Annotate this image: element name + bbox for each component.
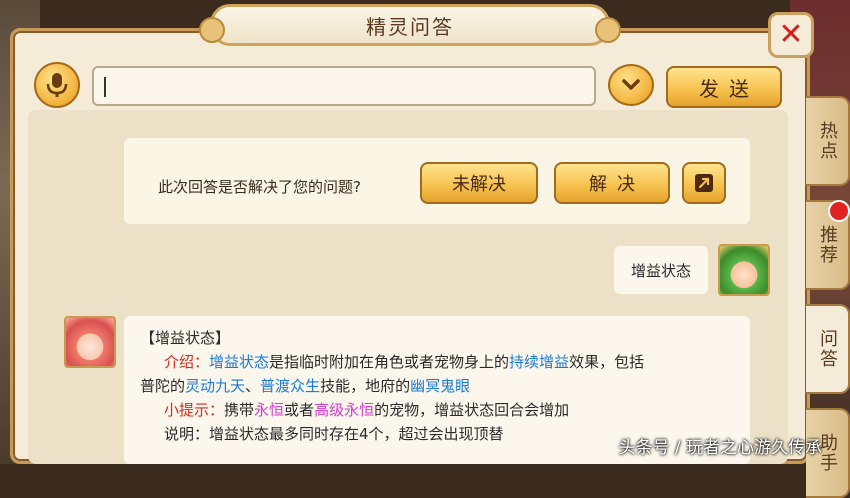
tab-hot[interactable]: 热点 (806, 96, 850, 186)
answer-skills-line: 普陀的灵动九天、普渡众生技能，地府的幽冥鬼眼 (140, 374, 734, 398)
answer-title: 【增益状态】 (140, 329, 231, 347)
intro-text: 是指临时附加在角色或者宠物身上的 (269, 353, 510, 371)
text-caret (104, 77, 106, 97)
tip-label: 小提示： (164, 401, 225, 419)
tip-text: 携带 (224, 401, 255, 419)
answer-intro-line: 介绍：增益状态是指临时附加在角色或者宠物身上的持续增益效果，包括 (140, 350, 734, 374)
microphone-icon (46, 73, 68, 97)
watermark: 头条号 / 玩者之心游久传承 (618, 438, 822, 458)
tab-qa[interactable]: 问答 (806, 304, 850, 394)
close-button[interactable]: ✕ (768, 12, 814, 58)
tip-text2: 或者 (284, 401, 315, 419)
user-message-bubble: 增益状态 (614, 246, 708, 294)
user-message-text: 增益状态 (630, 261, 691, 280)
skills-sep: 、 (245, 377, 261, 395)
intro-term2-link[interactable]: 持续增益 (509, 353, 569, 371)
user-avatar (718, 244, 770, 296)
share-icon (695, 174, 713, 192)
answer-tip-line: 小提示：携带永恒或者高级永恒的宠物，增益状态回合会增加 (140, 398, 734, 422)
skill-link-2[interactable]: 普渡众生 (260, 377, 320, 395)
unsolved-button[interactable]: 未解决 (420, 162, 538, 204)
solved-button[interactable]: 解决 (554, 162, 670, 204)
skill-link-3[interactable]: 幽冥鬼眼 (410, 377, 470, 395)
intro-label: 介绍： (164, 353, 210, 371)
intro-text2: 效果，包括 (569, 353, 645, 371)
feedback-box: 此次回答是否解决了您的问题? 未解决 解决 (124, 138, 750, 224)
tip-term-link-2[interactable]: 高级永恒 (314, 401, 374, 419)
share-button[interactable] (682, 162, 726, 204)
skills-text2: 技能，地府的 (320, 377, 411, 395)
bot-avatar (64, 316, 116, 368)
tip-text3: 的宠物，增益状态回合会增加 (374, 401, 570, 419)
close-icon: ✕ (778, 17, 804, 52)
question-input[interactable] (92, 66, 596, 106)
voice-input-button[interactable] (34, 62, 80, 108)
history-dropdown-button[interactable] (608, 64, 654, 106)
feedback-question: 此次回答是否解决了您的问题? (158, 178, 361, 196)
chevron-down-icon (622, 79, 640, 90)
skill-link-1[interactable]: 灵动九天 (185, 377, 245, 395)
send-button[interactable]: 发送 (666, 66, 782, 108)
tip-term-link-1[interactable]: 永恒 (254, 401, 284, 419)
intro-term-link[interactable]: 增益状态 (209, 353, 269, 371)
notification-dot (828, 200, 850, 222)
dialog-title: 精灵问答 (366, 14, 454, 39)
skills-text: 普陀的 (140, 377, 186, 395)
title-banner: 精灵问答 (199, 4, 621, 46)
